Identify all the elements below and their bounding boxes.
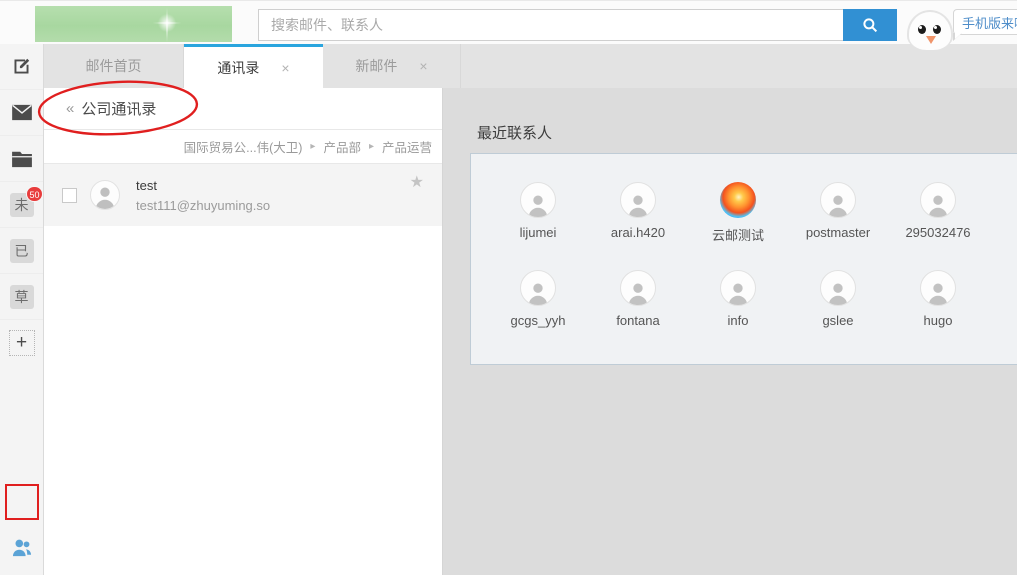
- recent-contact-name: 云邮测试: [712, 225, 764, 244]
- recent-contact-name: fontana: [616, 313, 659, 328]
- breadcrumb-separator-icon: ▸: [369, 141, 374, 152]
- tab-new-mail[interactable]: 新邮件 ×: [323, 44, 461, 88]
- recent-contact-name: 295032476: [905, 225, 970, 240]
- sidebar-folder-button[interactable]: [0, 136, 43, 182]
- contact-info: test test111@zhuyuming.so: [136, 178, 270, 213]
- tab-label: 通讯录: [217, 58, 259, 78]
- tab-strip: 邮件首页 通讯录 × 新邮件 ×: [44, 44, 1017, 88]
- unread-chip: 未 50: [10, 193, 34, 217]
- collapse-icon[interactable]: «: [66, 100, 74, 117]
- logo-sparkle-icon: [153, 8, 181, 42]
- person-avatar-icon: [720, 270, 756, 306]
- person-avatar-icon: [520, 270, 556, 306]
- tab-contacts[interactable]: 通讯录 ×: [184, 44, 323, 89]
- recent-contact[interactable]: fontana: [588, 270, 688, 328]
- mascot-avatar[interactable]: [907, 10, 953, 50]
- star-icon[interactable]: ★: [410, 172, 424, 192]
- recent-contact[interactable]: gslee: [788, 270, 888, 328]
- company-directory-title: 公司通讯录: [81, 98, 156, 119]
- recent-contact[interactable]: hugo: [888, 270, 988, 328]
- recent-contact-name: gcgs_yyh: [511, 313, 566, 328]
- breadcrumb-item-company[interactable]: 国际贸易公...伟(大卫): [184, 137, 303, 156]
- person-avatar-icon: [620, 182, 656, 218]
- recent-contact-name: hugo: [924, 313, 953, 328]
- recent-contacts-panel: lijumei arai.h420 云邮测试 postmaster 295032476 g…: [470, 153, 1017, 365]
- sidebar-draft-button[interactable]: 草: [0, 274, 43, 320]
- breadcrumb-separator-icon: ▸: [310, 141, 315, 152]
- envelope-icon: [11, 104, 33, 121]
- contact-name: test: [136, 178, 270, 193]
- sent-chip: 已: [10, 239, 34, 263]
- person-avatar-icon: [620, 270, 656, 306]
- unread-badge: 50: [26, 186, 42, 202]
- search-input[interactable]: [259, 10, 843, 40]
- recent-contact-name: info: [728, 313, 749, 328]
- contacts-list-column: « 公司通讯录 国际贸易公...伟(大卫) ▸ 产品部 ▸ 产品运营 test …: [44, 88, 443, 575]
- recent-contact-name: postmaster: [806, 225, 870, 240]
- main-panel: 最近联系人 lijumei arai.h420 云邮测试 postmaster 2950…: [444, 88, 1017, 575]
- compose-icon: [11, 56, 32, 77]
- recent-contact[interactable]: 295032476: [888, 182, 988, 244]
- topbar: 手机版来啦: [0, 0, 1017, 44]
- contact-email: test111@zhuyuming.so: [136, 198, 270, 213]
- person-avatar-icon: [820, 182, 856, 218]
- search-button[interactable]: [843, 9, 897, 41]
- webmail-app: 手机版来啦 未 50: [0, 0, 1017, 575]
- breadcrumb-item-team[interactable]: 产品运营: [382, 137, 432, 156]
- tab-close-icon[interactable]: ×: [281, 60, 289, 76]
- mobile-version-text: 手机版来啦: [962, 13, 1017, 32]
- recent-contacts-title: 最近联系人: [477, 122, 552, 143]
- sidebar: 未 50 已 草 +: [0, 44, 44, 575]
- company-directory-header[interactable]: « 公司通讯录: [44, 88, 442, 130]
- sidebar-contacts-button[interactable]: [0, 524, 43, 570]
- contact-list-item[interactable]: test test111@zhuyuming.so ★: [44, 164, 442, 226]
- tab-mail-home[interactable]: 邮件首页: [44, 44, 184, 88]
- contact-checkbox[interactable]: [62, 188, 77, 203]
- sidebar-unread-button[interactable]: 未 50: [0, 182, 43, 228]
- sidebar-compose-button[interactable]: [0, 44, 43, 90]
- recent-contacts-grid: lijumei arai.h420 云邮测试 postmaster 295032476 g…: [488, 182, 1008, 354]
- recent-contact[interactable]: lijumei: [488, 182, 588, 244]
- breadcrumb-item-department[interactable]: 产品部: [323, 137, 361, 156]
- contacts-icon: [11, 538, 33, 557]
- tab-label: 新邮件: [355, 56, 397, 76]
- mascot-eye: [933, 25, 941, 34]
- recent-contact[interactable]: info: [688, 270, 788, 328]
- recent-contact[interactable]: 云邮测试: [688, 182, 788, 244]
- cloudmail-avatar-icon: [720, 182, 756, 218]
- draft-chip: 草: [10, 285, 34, 309]
- folder-icon: [11, 150, 33, 168]
- recent-contact[interactable]: gcgs_yyh: [488, 270, 588, 328]
- recent-contact-name: gslee: [822, 313, 853, 328]
- recent-contact[interactable]: postmaster: [788, 182, 888, 244]
- logo: [35, 6, 232, 42]
- search-box: [258, 9, 843, 41]
- sidebar-mail-button[interactable]: [0, 90, 43, 136]
- recent-contact[interactable]: arai.h420: [588, 182, 688, 244]
- mobile-version-bubble[interactable]: 手机版来啦: [953, 9, 1017, 35]
- search-icon: [861, 16, 879, 34]
- person-avatar-icon: [920, 270, 956, 306]
- mascot-nose: [926, 36, 936, 44]
- mascot-eye: [918, 25, 926, 34]
- breadcrumb: 国际贸易公...伟(大卫) ▸ 产品部 ▸ 产品运营: [44, 130, 442, 164]
- sidebar-add-button[interactable]: +: [0, 320, 43, 366]
- recent-contact-name: arai.h420: [611, 225, 665, 240]
- tab-label: 邮件首页: [86, 56, 142, 76]
- recent-contact-name: lijumei: [520, 225, 557, 240]
- sidebar-sent-button[interactable]: 已: [0, 228, 43, 274]
- person-avatar-icon: [820, 270, 856, 306]
- person-avatar-icon: [520, 182, 556, 218]
- plus-icon: +: [9, 330, 35, 356]
- person-avatar-icon: [90, 180, 120, 210]
- tab-close-icon[interactable]: ×: [419, 58, 427, 74]
- person-avatar-icon: [920, 182, 956, 218]
